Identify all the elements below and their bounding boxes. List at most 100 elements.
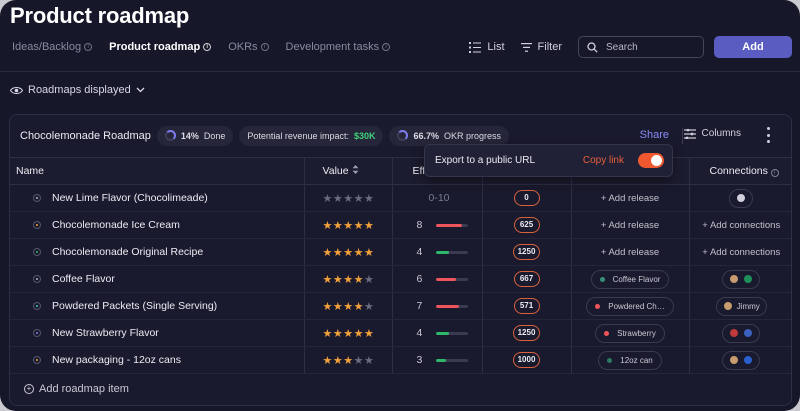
star-rating[interactable]: ★★★★★	[323, 301, 375, 313]
table-row[interactable]: Powdered Packets (Single Serving) ★★★★★ 7 5…	[10, 292, 791, 320]
name-cell[interactable]: Chocolemonade Original Recipe	[10, 238, 305, 266]
copy-link-button[interactable]: Copy link	[583, 155, 624, 166]
release-cell[interactable]: Coffee Flavor	[571, 265, 690, 293]
connections-pill[interactable]	[722, 350, 761, 370]
name-cell[interactable]: Chocolemonade Ice Cream	[10, 211, 305, 239]
tab-product-roadmap[interactable]: Product roadmap i	[109, 41, 212, 53]
name-cell[interactable]: Powdered Packets (Single Serving)	[10, 292, 305, 320]
item-name-wrap: Powdered Packets (Single Serving)	[16, 300, 304, 312]
value-cell[interactable]: ★★★★★	[304, 319, 393, 347]
col-header-value[interactable]: Value	[304, 157, 393, 185]
name-cell[interactable]: New Strawberry Flavor	[10, 319, 305, 347]
release-pill[interactable]: Powdered Ch…	[586, 296, 674, 316]
more-options-icon[interactable]	[765, 127, 771, 143]
connections-cell[interactable]: + Add connections	[689, 238, 791, 266]
table-row[interactable]: New Lime Flavor (Chocolimeade) ★★★★★ 0-10 0…	[10, 184, 791, 212]
star-icon: ★	[343, 300, 354, 313]
value-cell[interactable]: ★★★★★	[304, 238, 393, 266]
list-view-button[interactable]: List	[469, 41, 505, 53]
effort-cell[interactable]: 8	[392, 211, 483, 239]
value-cell[interactable]: ★★★★★	[304, 346, 393, 374]
filter-button[interactable]: Filter	[520, 41, 562, 53]
star-icon: ★	[322, 246, 333, 259]
col-header-name[interactable]: Name	[10, 157, 305, 185]
connections-cell[interactable]	[689, 346, 791, 374]
table-row[interactable]: Coffee Flavor ★★★★★ 6 667 Coffee Flavor	[10, 265, 791, 293]
item-name: Chocolemonade Ice Cream	[52, 219, 180, 231]
star-rating[interactable]: ★★★★★	[323, 247, 375, 259]
status-dot-icon	[34, 357, 40, 363]
table-row[interactable]: Chocolemonade Original Recipe ★★★★★ 4 1250 +…	[10, 238, 791, 266]
connections-pill[interactable]	[722, 269, 761, 289]
value-cell[interactable]: ★★★★★	[304, 265, 393, 293]
table-row[interactable]: New Strawberry Flavor ★★★★★ 4 1250 Strawberr…	[10, 319, 791, 347]
share-button[interactable]: Share	[640, 129, 669, 141]
item-name: Chocolemonade Original Recipe	[52, 246, 204, 258]
add-release-button[interactable]: + Add release	[601, 247, 659, 258]
value-cell[interactable]: ★★★★★	[304, 184, 393, 212]
add-connections-button[interactable]: + Add connections	[702, 220, 780, 231]
score-cell: 571	[482, 292, 572, 320]
release-cell[interactable]: Strawberry	[571, 319, 690, 347]
star-rating[interactable]: ★★★★★	[323, 355, 375, 367]
columns-button[interactable]: Columns	[683, 128, 741, 139]
effort-cell[interactable]: 0-10	[392, 184, 483, 212]
release-pill[interactable]: Strawberry	[595, 323, 665, 343]
release-cell[interactable]: + Add release	[571, 211, 690, 239]
tab-ideas-backlog[interactable]: Ideas/Backlog i	[12, 41, 93, 53]
release-cell[interactable]: Powdered Ch…	[571, 292, 690, 320]
name-cell[interactable]: Coffee Flavor	[10, 265, 305, 293]
tab-development-tasks[interactable]: Development tasks i	[286, 41, 391, 53]
effort-cell[interactable]: 4	[392, 319, 483, 347]
value-cell[interactable]: ★★★★★	[304, 292, 393, 320]
col-header-connections[interactable]: Connections i	[689, 157, 791, 185]
star-rating[interactable]: ★★★★★	[323, 193, 375, 205]
release-dot-icon	[599, 276, 605, 282]
release-pill[interactable]: 12oz can	[598, 350, 662, 370]
filter-icon	[520, 42, 532, 52]
effort-cell[interactable]: 6	[392, 265, 483, 293]
effort-cell[interactable]: 3	[392, 346, 483, 374]
status-dot-icon	[34, 303, 40, 309]
connections-cell[interactable]: Jimmy	[689, 292, 791, 320]
star-rating[interactable]: ★★★★★	[323, 220, 375, 232]
okr-label: OKR progress	[444, 130, 502, 141]
effort-cell[interactable]: 4	[392, 238, 483, 266]
star-rating[interactable]: ★★★★★	[323, 274, 375, 286]
connections-pill[interactable]	[729, 188, 754, 208]
info-icon: i	[260, 43, 269, 51]
connections-cell[interactable]: + Add connections	[689, 211, 791, 239]
connections-cell[interactable]	[689, 319, 791, 347]
tab-label: Product roadmap	[109, 41, 201, 53]
release-cell[interactable]: + Add release	[571, 184, 690, 212]
eye-icon	[10, 86, 23, 94]
effort-cell[interactable]: 7	[392, 292, 483, 320]
search-input[interactable]: Search	[578, 36, 704, 58]
connections-cell[interactable]	[689, 265, 791, 293]
name-cell[interactable]: New Lime Flavor (Chocolimeade)	[10, 184, 305, 212]
value-cell[interactable]: ★★★★★	[304, 211, 393, 239]
tab-label: Development tasks	[285, 41, 380, 53]
star-rating[interactable]: ★★★★★	[323, 328, 375, 340]
roadmaps-displayed-dropdown[interactable]: Roadmaps displayed	[10, 84, 145, 96]
connections-pill[interactable]	[722, 323, 761, 343]
avatar	[722, 301, 733, 311]
release-cell[interactable]: + Add release	[571, 238, 690, 266]
add-roadmap-item-button[interactable]: + Add roadmap item	[24, 383, 129, 395]
col-header-label: Name	[16, 165, 45, 177]
tab-okrs[interactable]: OKRs i	[228, 41, 269, 53]
add-release-button[interactable]: + Add release	[601, 193, 659, 204]
connections-cell[interactable]	[689, 184, 791, 212]
release-pill[interactable]: Coffee Flavor	[590, 269, 670, 289]
add-button[interactable]: Add	[714, 36, 792, 58]
effort-bar	[436, 223, 469, 227]
release-cell[interactable]: 12oz can	[571, 346, 690, 374]
add-release-button[interactable]: + Add release	[601, 220, 659, 231]
name-cell[interactable]: New packaging - 12oz cans	[10, 346, 305, 374]
public-url-toggle[interactable]	[638, 153, 664, 168]
table-row[interactable]: Chocolemonade Ice Cream ★★★★★ 8 625 + Add re…	[10, 211, 791, 239]
connections-pill[interactable]: Jimmy	[715, 296, 767, 316]
add-connections-button[interactable]: + Add connections	[702, 247, 780, 258]
table-row[interactable]: New packaging - 12oz cans ★★★★★ 3 1000 12oz …	[10, 346, 791, 374]
columns-icon	[683, 128, 696, 139]
